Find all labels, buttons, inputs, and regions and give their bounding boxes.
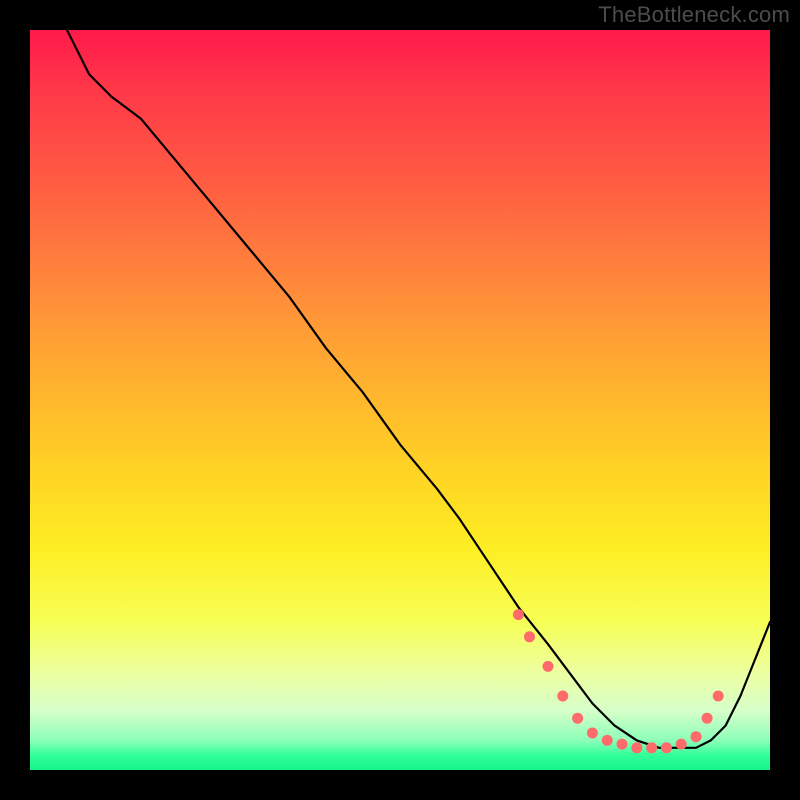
valley-marker <box>587 728 598 739</box>
valley-marker <box>631 742 642 753</box>
plot-area <box>30 30 770 770</box>
valley-marker <box>602 735 613 746</box>
valley-marker <box>713 691 724 702</box>
valley-marker <box>702 713 713 724</box>
curve-path-group <box>67 30 770 748</box>
valley-marker <box>524 631 535 642</box>
valley-marker <box>513 609 524 620</box>
valley-marker <box>676 739 687 750</box>
valley-marker <box>617 739 628 750</box>
valley-marker <box>557 691 568 702</box>
valley-markers <box>513 609 724 753</box>
valley-marker <box>543 661 554 672</box>
chart-frame: TheBottleneck.com <box>0 0 800 800</box>
valley-marker <box>572 713 583 724</box>
watermark-text: TheBottleneck.com <box>598 2 790 28</box>
curve-path <box>67 30 770 748</box>
valley-marker <box>691 731 702 742</box>
valley-marker <box>661 742 672 753</box>
valley-marker <box>646 742 657 753</box>
curve-svg <box>30 30 770 770</box>
